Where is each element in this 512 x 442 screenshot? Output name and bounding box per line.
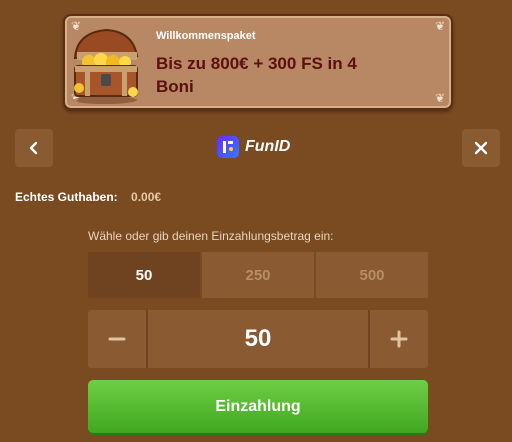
balance-label: Echtes Guthaben: [15,190,118,204]
amount-option-250[interactable]: 250 [202,252,314,298]
amount-option-500[interactable]: 500 [316,252,428,298]
welcome-bonus-banner[interactable]: ❦ ❦ ❦ ❦ Willkommenspaket Bis zu 800€ + 3… [63,14,453,110]
plus-icon [390,330,408,348]
ornament-icon: ❦ [434,91,445,105]
back-button[interactable] [15,129,53,167]
funid-logo-icon [217,136,239,158]
deposit-button[interactable]: Einzahlung [88,380,428,433]
deposit-prompt: Wähle oder gib deinen Einzahlungsbetrag … [88,229,334,243]
amount-stepper: 50 [88,310,428,368]
provider-logo: FunID [217,136,290,158]
chevron-left-icon [29,141,38,155]
balance-row: Echtes Guthaben: 0.00€ [15,190,161,204]
close-button[interactable] [462,129,500,167]
provider-name: FunID [245,138,291,155]
balance-value: 0.00€ [131,190,162,204]
increment-button[interactable] [368,310,428,368]
treasure-chest-icon [73,28,139,104]
decrement-button[interactable] [88,310,148,368]
ornament-icon: ❦ [434,19,445,33]
amount-option-50[interactable]: 50 [88,252,200,298]
banner-subtitle: Willkommenspaket [156,30,256,42]
minus-icon [108,337,126,341]
amount-input[interactable]: 50 [148,310,368,368]
close-icon [474,141,488,155]
banner-title: Bis zu 800€ + 300 FS in 4 Boni [156,54,357,96]
amount-options: 50 250 500 [88,252,428,298]
